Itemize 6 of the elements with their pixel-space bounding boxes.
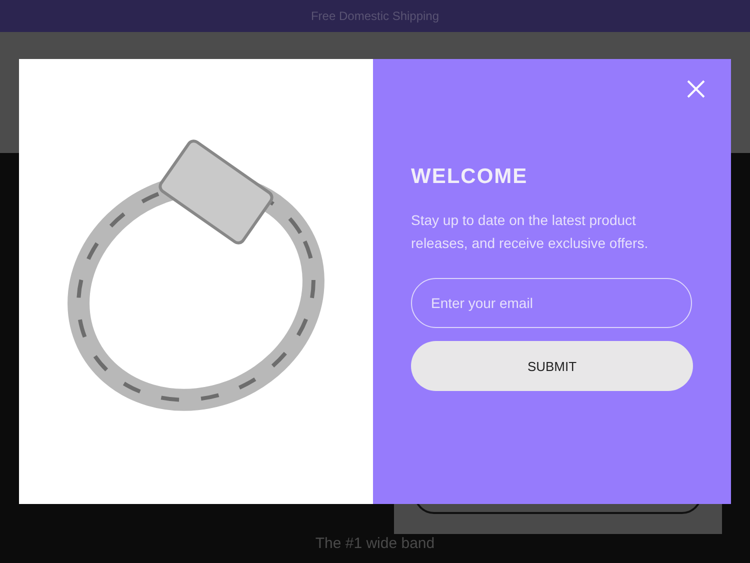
popup-title: WELCOME	[411, 165, 529, 189]
submit-button[interactable]: SUBMIT	[411, 341, 693, 391]
hero-caption: The #1 wide band	[315, 535, 435, 552]
popup-message: Stay up to date on the latest product releases, and receive exclusive offers.	[411, 211, 650, 253]
close-icon[interactable]	[687, 80, 705, 98]
email-field[interactable]: Enter your email	[411, 278, 692, 328]
